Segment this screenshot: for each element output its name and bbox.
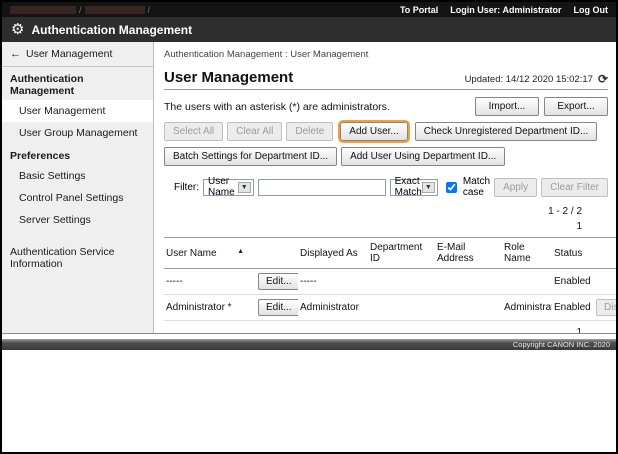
cell-displayed-as: ----- <box>298 269 368 295</box>
pagination-bottom: 1 1 - 2 / 2 <box>164 325 608 333</box>
sort-ascending-icon[interactable]: ▲ <box>237 248 244 255</box>
main-content: Authentication Management : User Managem… <box>154 42 616 333</box>
breadcrumb: Authentication Management : User Managem… <box>164 49 608 60</box>
footer-bar: Copyright CANON INC. 2020 <box>2 339 616 350</box>
column-header-user-name-label: User Name <box>166 248 217 259</box>
redacted-block <box>10 6 76 14</box>
login-user-name: Administrator <box>502 5 561 15</box>
import-button[interactable]: Import... <box>475 97 539 116</box>
column-header-edit <box>256 238 298 269</box>
cell-status: Enabled <box>552 269 594 295</box>
batch-settings-department-id-button[interactable]: Batch Settings for Department ID... <box>164 147 337 166</box>
disable-button[interactable]: Disable <box>596 299 616 316</box>
cell-email <box>435 269 502 295</box>
cell-action: Disable <box>594 295 616 321</box>
sidebar-item-server-settings[interactable]: Server Settings <box>2 209 153 231</box>
app-title: Authentication Management <box>31 23 192 37</box>
sidebar-item-authentication-service-information[interactable]: Authentication Service Information <box>2 241 153 275</box>
redacted-block <box>85 6 145 14</box>
page-title: User Management <box>164 69 293 86</box>
user-table: User Name ▲ Displayed As Department ID E… <box>164 237 616 321</box>
sidebar-section-preferences: Preferences <box>2 144 153 165</box>
edit-button[interactable]: Edit... <box>258 273 298 290</box>
sidebar-item-user-management[interactable]: User Management <box>2 100 153 122</box>
filter-label: Filter: <box>174 182 199 193</box>
sidebar-item-user-group-management[interactable]: User Group Management <box>2 122 153 144</box>
sidebar-item-basic-settings[interactable]: Basic Settings <box>2 165 153 187</box>
top-bar: / / To Portal Login User: Administrator … <box>2 2 616 17</box>
match-case-label: Match case <box>463 176 490 198</box>
column-header-displayed-as: Displayed As <box>298 238 368 269</box>
filter-match-value: Exact Match <box>395 176 422 198</box>
table-row[interactable]: ----- Edit... ----- Enabled <box>164 269 616 295</box>
login-user: Login User: Administrator <box>450 5 561 15</box>
column-header-department-id: Department ID <box>368 238 435 269</box>
device-name-redacted: / / <box>10 5 150 15</box>
table-row[interactable]: Administrator * Edit... Administrator Ad… <box>164 295 616 321</box>
pagination-top: 1 - 2 / 2 1 <box>164 204 608 234</box>
column-header-status: Status <box>552 238 594 269</box>
clear-all-button[interactable]: Clear All <box>227 122 282 141</box>
edit-button[interactable]: Edit... <box>258 299 298 316</box>
pagination-range: 1 - 2 / 2 <box>164 204 582 219</box>
sidebar-section-authentication-management: Authentication Management <box>2 67 153 100</box>
page: / / To Portal Login User: Administrator … <box>0 0 618 454</box>
filter-field-select[interactable]: User Name ▼ <box>203 179 254 196</box>
column-header-role-name: Role Name <box>502 238 552 269</box>
separator: / <box>79 5 82 15</box>
column-header-action <box>594 238 616 269</box>
table-header-row: User Name ▲ Displayed As Department ID E… <box>164 238 616 269</box>
copyright-text: Copyright CANON INC. 2020 <box>513 340 610 349</box>
admin-note: The users with an asterisk (*) are admin… <box>164 101 390 113</box>
filter-input[interactable] <box>258 179 386 196</box>
check-unregistered-department-id-button[interactable]: Check Unregistered Department ID... <box>415 122 598 141</box>
separator: / <box>148 5 151 15</box>
refresh-icon[interactable]: ⟳ <box>598 72 608 86</box>
cell-department-id <box>368 295 435 321</box>
cell-status: Enabled <box>552 295 594 321</box>
updated-timestamp: Updated: 14/12 2020 15:02:17 <box>465 74 593 85</box>
add-user-button[interactable]: Add User... <box>340 122 407 141</box>
clear-filter-button[interactable]: Clear Filter <box>541 178 608 197</box>
sidebar-back-link[interactable]: ← User Management <box>2 42 153 67</box>
cell-user-name: Administrator * <box>164 295 256 321</box>
cell-action <box>594 269 616 295</box>
delete-button[interactable]: Delete <box>286 122 333 141</box>
export-button[interactable]: Export... <box>544 97 608 116</box>
column-header-email: E-Mail Address <box>435 238 502 269</box>
app-header: ⚙ Authentication Management <box>2 17 616 42</box>
pagination-page[interactable]: 1 <box>164 325 582 333</box>
sidebar: ← User Management Authentication Managem… <box>2 42 154 333</box>
add-user-using-department-id-button[interactable]: Add User Using Department ID... <box>341 147 505 166</box>
apply-button[interactable]: Apply <box>494 178 537 197</box>
filter-field-value: User Name <box>208 176 238 198</box>
login-user-label: Login User: <box>450 5 500 15</box>
pagination-page[interactable]: 1 <box>164 219 582 234</box>
gear-icon: ⚙ <box>11 22 24 37</box>
empty-area <box>2 350 616 452</box>
to-portal-link[interactable]: To Portal <box>400 5 438 15</box>
cell-email <box>435 295 502 321</box>
cell-role-name <box>502 269 552 295</box>
cell-role-name: Administrator <box>502 295 552 321</box>
column-header-user-name[interactable]: User Name ▲ <box>164 238 256 269</box>
cell-user-name: ----- <box>164 269 256 295</box>
log-out-link[interactable]: Log Out <box>574 5 609 15</box>
chevron-down-icon: ▼ <box>422 182 435 193</box>
select-all-button[interactable]: Select All <box>164 122 223 141</box>
chevron-down-icon: ▼ <box>238 182 251 193</box>
cell-displayed-as: Administrator <box>298 295 368 321</box>
back-arrow-icon: ← <box>10 48 21 60</box>
filter-match-select[interactable]: Exact Match ▼ <box>390 179 438 196</box>
sidebar-back-label: User Management <box>26 48 112 60</box>
cell-department-id <box>368 269 435 295</box>
sidebar-item-control-panel-settings[interactable]: Control Panel Settings <box>2 187 153 209</box>
match-case-checkbox[interactable] <box>446 182 457 193</box>
